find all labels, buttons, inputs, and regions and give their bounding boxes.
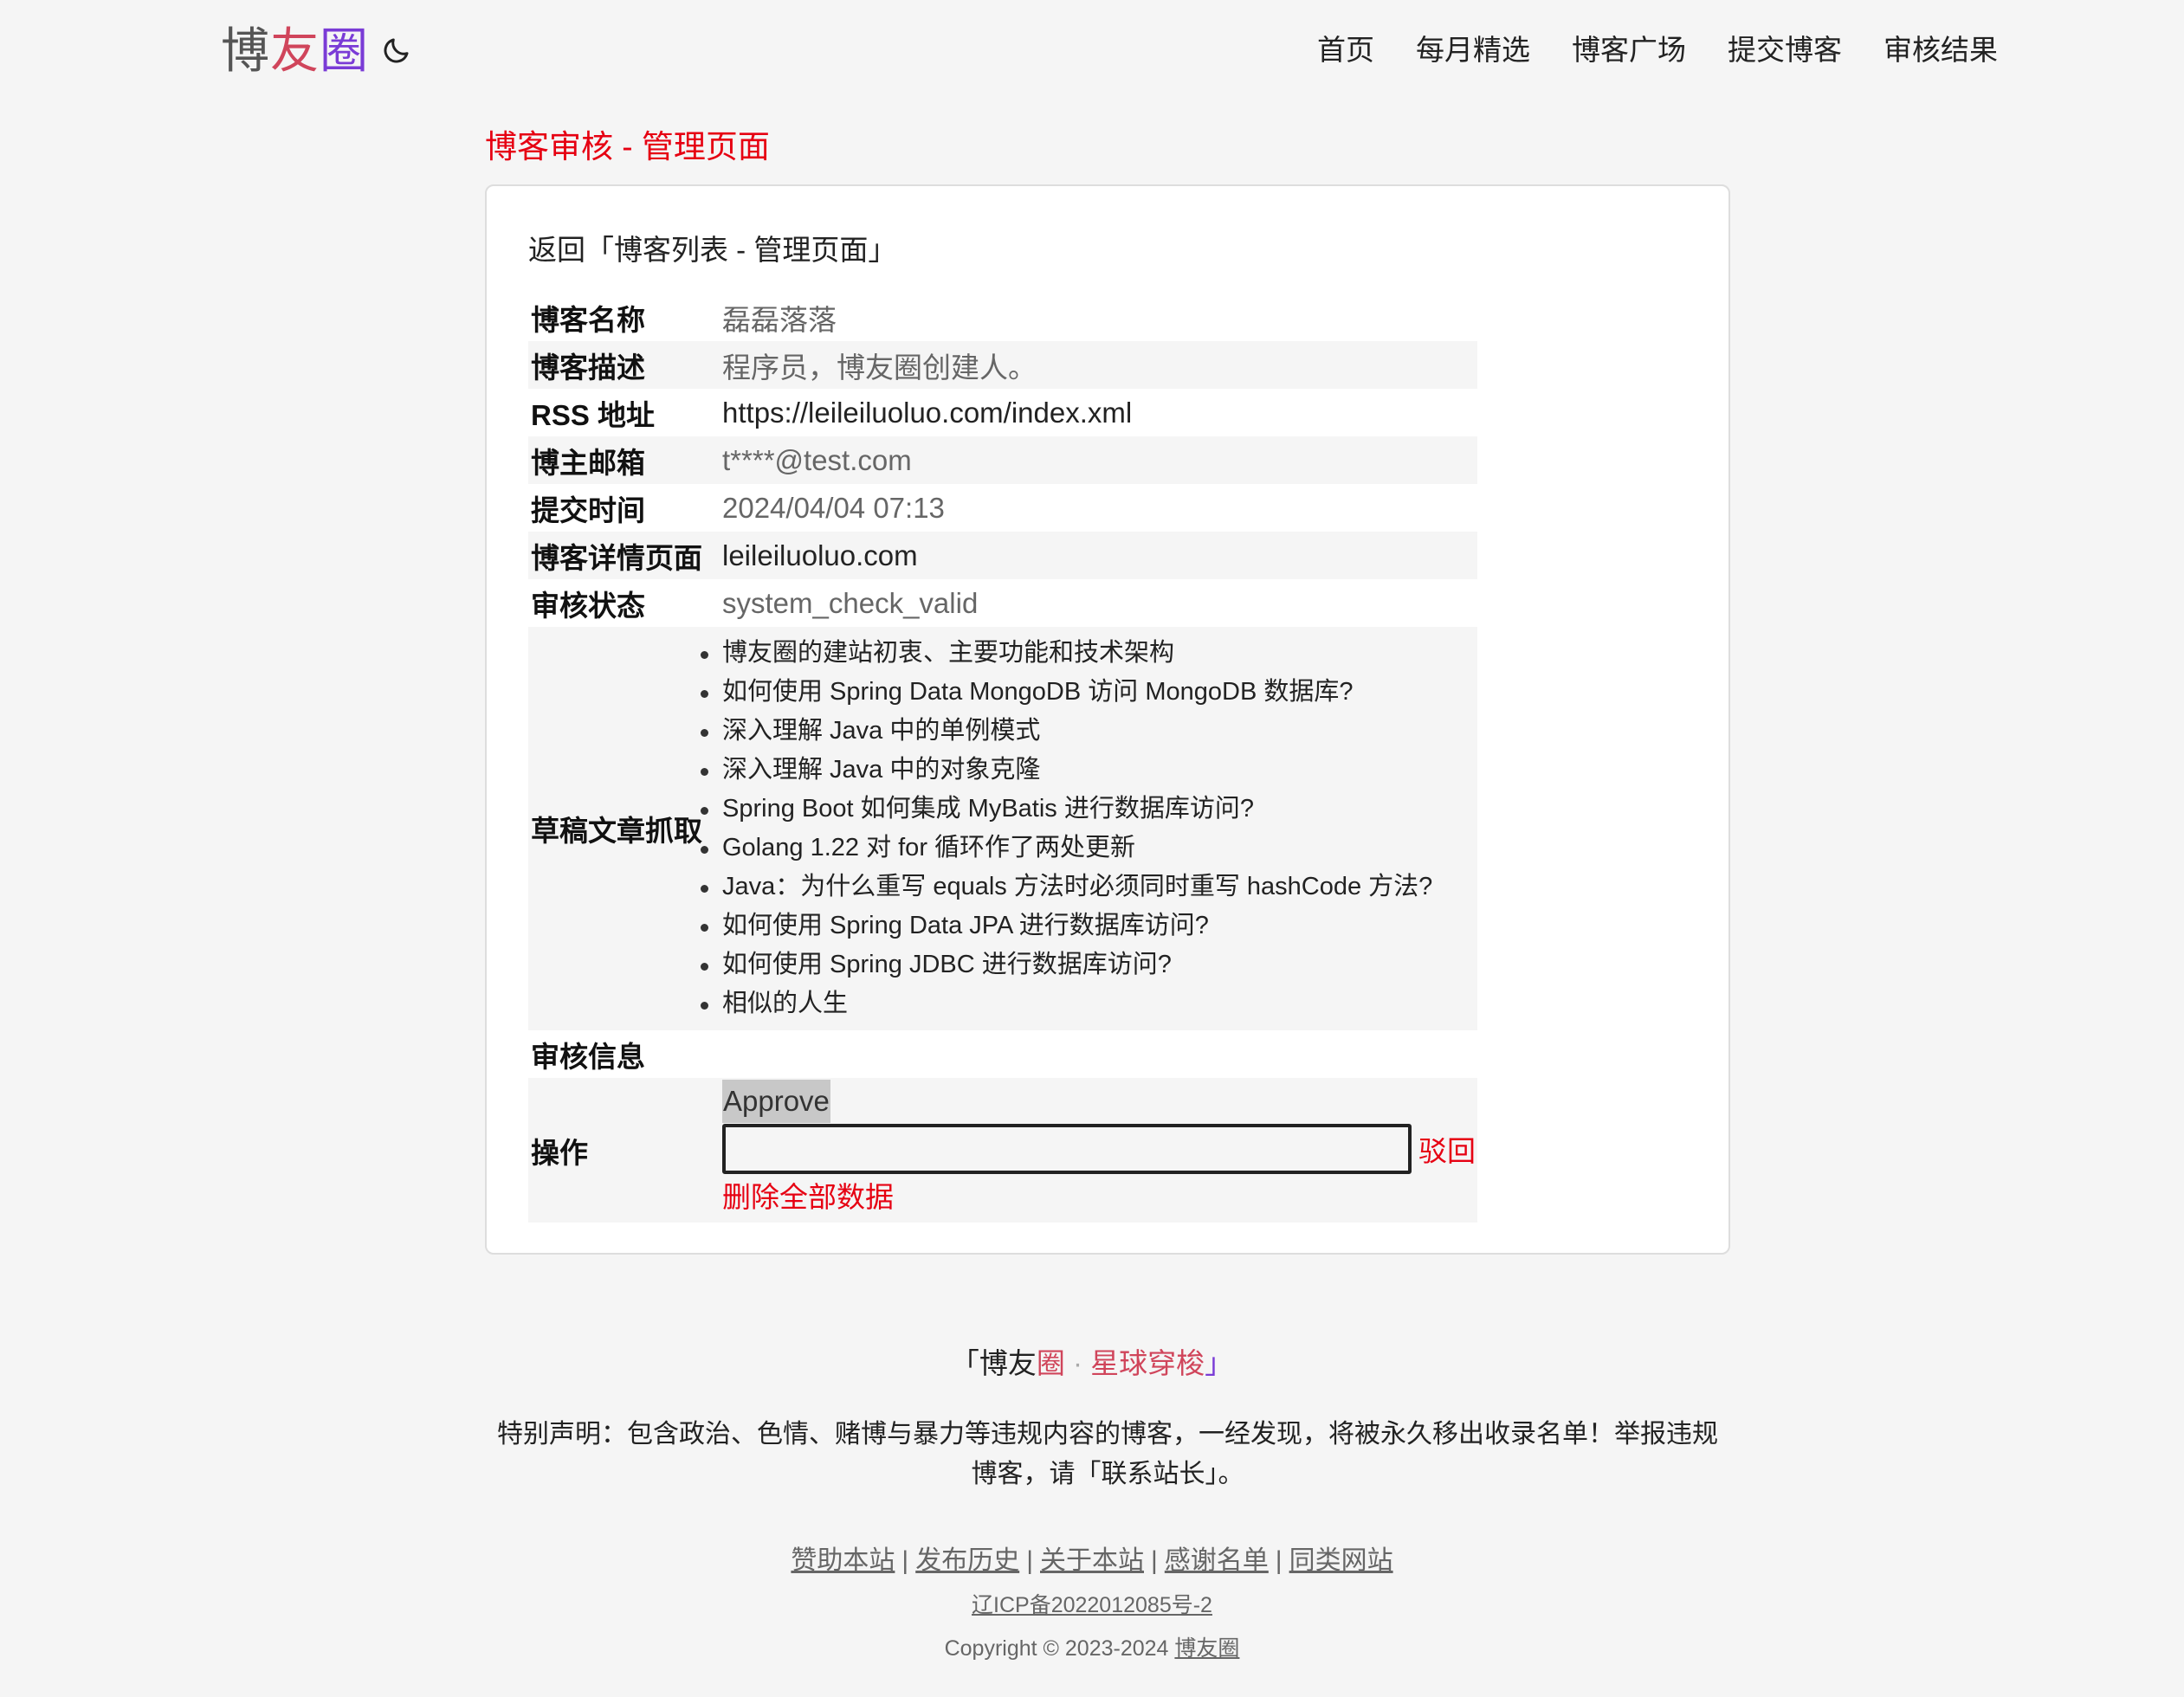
value-blog-desc: 程序员，博友圈创建人。	[722, 341, 1477, 389]
icp-link[interactable]: 辽ICP备2022012085号-2	[972, 1593, 1212, 1617]
copyright-text: Copyright © 2023-2024	[944, 1636, 1169, 1661]
label-draft-articles: 草稿文章抓取	[528, 627, 722, 1030]
label-operations: 操作	[528, 1078, 722, 1223]
value-rss[interactable]: https://leileiluoluo.com/index.xml	[722, 389, 1477, 436]
link-similar-sites[interactable]: 同类网站	[1289, 1546, 1393, 1575]
page-title: 博客审核 - 管理页面	[485, 129, 770, 165]
list-item: 如何使用 Spring Data JPA 进行数据库访问?	[701, 907, 1477, 945]
label-email: 博主邮箱	[528, 436, 722, 484]
brand-planet-link[interactable]: 星球穿梭	[1090, 1347, 1205, 1379]
value-blog-name: 磊磊落落	[722, 303, 837, 336]
list-item: 如何使用 Spring JDBC 进行数据库访问?	[701, 945, 1477, 984]
separator: |	[1151, 1546, 1158, 1575]
value-review-info	[722, 1030, 1477, 1078]
label-blog-desc: 博客描述	[528, 341, 722, 389]
list-item: 深入理解 Java 中的单例模式	[701, 712, 1477, 751]
footer-brand: 「博友圈 · 星球穿梭」	[0, 1340, 2184, 1387]
review-card: 返回「博客列表 - 管理页面」 博客名称 磊磊落落 博客描述 程序员，博友圈创建…	[485, 184, 1730, 1255]
label-review-status: 审核状态	[531, 589, 645, 622]
label-review-info: 审核信息	[531, 1040, 645, 1073]
site-logo[interactable]: 博友圈	[221, 21, 369, 81]
nav-review-results[interactable]: 审核结果	[1884, 26, 1998, 74]
label-detail-page: 博客详情页面	[528, 532, 722, 579]
row-operations: 操作 Approve 驳回 删除全部数据	[528, 1078, 1477, 1223]
label-submit-time: 提交时间	[531, 494, 645, 526]
logo-char-2: 友	[270, 23, 320, 78]
link-thanks[interactable]: 感谢名单	[1165, 1546, 1269, 1575]
footer-icp: 辽ICP备2022012085号-2	[0, 1588, 2184, 1623]
list-item: 博友圈的建站初衷、主要功能和技术架构	[701, 634, 1477, 673]
list-item: 如何使用 Spring Data MongoDB 访问 MongoDB 数据库?	[701, 673, 1477, 712]
list-item: Java：为什么重写 equals 方法时必须同时重写 hashCode 方法?	[701, 868, 1477, 907]
list-item: Spring Boot 如何集成 MyBatis 进行数据库访问?	[701, 790, 1477, 829]
brand-text-2: 圈	[1036, 1347, 1065, 1379]
copyright-site-link[interactable]: 博友圈	[1174, 1636, 1239, 1661]
brand-dot: ·	[1073, 1347, 1082, 1379]
brand-bracket-open: 「	[950, 1347, 979, 1379]
back-to-list-link[interactable]: 返回「博客列表 - 管理页面」	[528, 224, 896, 276]
label-blog-name: 博客名称	[531, 303, 645, 336]
link-release-history[interactable]: 发布历史	[915, 1546, 1019, 1575]
approve-button[interactable]: Approve	[722, 1080, 830, 1123]
link-about[interactable]: 关于本站	[1040, 1546, 1144, 1575]
nav-home[interactable]: 首页	[1317, 26, 1374, 74]
reject-row: 驳回	[722, 1124, 1477, 1174]
row-blog-desc: 博客描述 程序员，博友圈创建人。	[528, 341, 1477, 389]
row-rss: RSS 地址 https://leileiluoluo.com/index.xm…	[528, 389, 1477, 436]
footer-copyright: Copyright © 2023-2024 博友圈	[0, 1631, 2184, 1666]
list-item: Golang 1.22 对 for 循环作了两处更新	[701, 829, 1477, 868]
nav-blog-square[interactable]: 博客广场	[1572, 26, 1686, 74]
row-email: 博主邮箱 t****@test.com	[528, 436, 1477, 484]
row-detail-page: 博客详情页面 leileiluoluo.com	[528, 532, 1477, 579]
footer-links: 赞助本站 | 发布历史 | 关于本站 | 感谢名单 | 同类网站	[0, 1539, 2184, 1583]
separator: |	[901, 1546, 909, 1575]
row-review-status: 审核状态 system_check_valid	[528, 579, 1477, 627]
operations-cell: Approve 驳回 删除全部数据	[722, 1078, 1477, 1223]
list-item: 深入理解 Java 中的对象克隆	[701, 751, 1477, 790]
link-sponsor[interactable]: 赞助本站	[791, 1546, 895, 1575]
value-submit-time: 2024/04/04 07:13	[722, 491, 945, 524]
brand-text-1: 博友	[979, 1347, 1037, 1379]
logo-char-1: 博	[221, 23, 270, 78]
value-review-status: system_check_valid	[722, 586, 979, 619]
moon-icon[interactable]	[381, 35, 412, 66]
site-header: 博友圈 首页 每月精选 博客广场 提交博客 审核结果	[0, 0, 2184, 104]
label-rss: RSS 地址	[531, 398, 656, 431]
reject-button[interactable]: 驳回	[1418, 1128, 1476, 1170]
row-draft-articles: 草稿文章抓取 博友圈的建站初衷、主要功能和技术架构 如何使用 Spring Da…	[528, 627, 1477, 1030]
nav-monthly-picks[interactable]: 每月精选	[1416, 26, 1530, 74]
notice-end: 。	[1218, 1460, 1244, 1488]
value-email: t****@test.com	[722, 436, 1477, 484]
footer-notice: 特别声明：包含政治、色情、赌博与暴力等违规内容的博客，一经发现，将被永久移出收录…	[485, 1415, 1730, 1494]
blog-info-table: 博客名称 磊磊落落 博客描述 程序员，博友圈创建人。 RSS 地址 https:…	[528, 294, 1477, 1223]
delete-all-data-button[interactable]: 删除全部数据	[722, 1174, 894, 1221]
main-nav: 首页 每月精选 博客广场 提交博客 审核结果	[1317, 26, 1998, 74]
value-detail-page[interactable]: leileiluoluo.com	[722, 532, 1477, 579]
row-blog-name: 博客名称 磊磊落落	[528, 294, 1477, 341]
row-submit-time: 提交时间 2024/04/04 07:13	[528, 484, 1477, 532]
logo-char-3: 圈	[320, 23, 369, 78]
row-review-info: 审核信息	[528, 1030, 1477, 1078]
article-list: 博友圈的建站初衷、主要功能和技术架构 如何使用 Spring Data Mong…	[701, 627, 1477, 1030]
brand-bracket-close: 」	[1205, 1347, 1234, 1379]
value-draft-articles: 博友圈的建站初衷、主要功能和技术架构 如何使用 Spring Data Mong…	[701, 627, 1477, 1030]
contact-admin-link[interactable]: 「联系站长」	[1076, 1460, 1218, 1488]
separator: |	[1026, 1546, 1033, 1575]
nav-submit-blog[interactable]: 提交博客	[1728, 26, 1842, 74]
list-item: 相似的人生	[701, 984, 1477, 1023]
separator: |	[1275, 1546, 1283, 1575]
reject-reason-input[interactable]	[722, 1124, 1412, 1174]
